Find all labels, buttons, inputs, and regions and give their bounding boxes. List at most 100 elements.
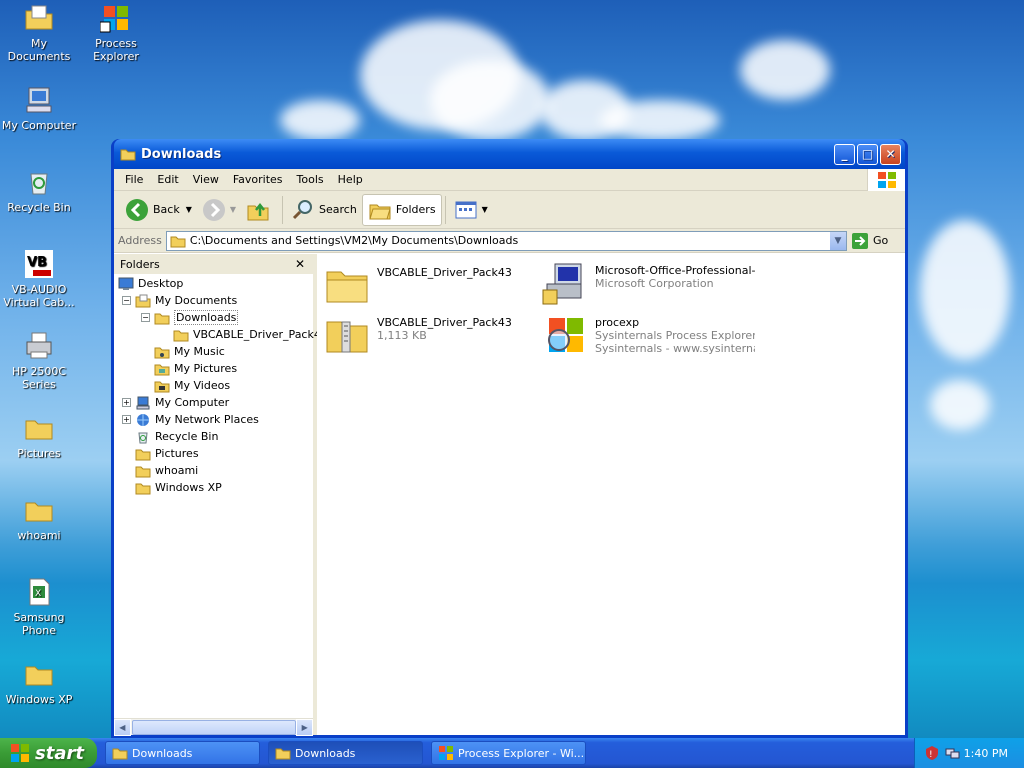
network-tray-icon[interactable]: [944, 745, 960, 761]
computer-icon: [136, 396, 150, 409]
desktop-icon-whoami[interactable]: whoami: [0, 494, 78, 542]
security-alert-icon[interactable]: !: [924, 745, 940, 761]
views-button[interactable]: ▼: [449, 194, 493, 226]
menu-file[interactable]: File: [118, 173, 150, 186]
taskbar-button-process-explorer[interactable]: Process Explorer - Wi...: [431, 741, 586, 765]
desktop-icon-printer[interactable]: HP 2500C Series: [0, 330, 78, 391]
back-dropdown-icon[interactable]: ▼: [186, 205, 192, 214]
desktop-icon-my-documents[interactable]: My Documents: [0, 2, 78, 63]
file-item[interactable]: Microsoft-Office-Professional-... Micros…: [541, 260, 756, 308]
expand-icon[interactable]: +: [122, 398, 131, 407]
forward-button[interactable]: ▼: [197, 194, 241, 226]
minimize-button[interactable]: _: [834, 143, 855, 165]
address-dropdown-icon[interactable]: ▼: [830, 231, 846, 250]
views-dropdown-icon[interactable]: ▼: [482, 205, 488, 214]
task-label: Downloads: [132, 746, 193, 760]
desktop-icon-recycle-bin[interactable]: Recycle Bin: [0, 166, 78, 214]
tree-item-my-videos[interactable]: My Videos: [154, 377, 230, 394]
task-label: Downloads: [295, 746, 356, 760]
network-icon: [137, 413, 149, 426]
desktop-icon-process-explorer[interactable]: Process Explorer: [77, 2, 155, 63]
search-button[interactable]: Search: [286, 194, 362, 226]
up-folder-icon: [247, 202, 269, 220]
file-item[interactable]: VBCABLE_Driver_Pack43: [323, 262, 538, 310]
tree-label: Recycle Bin: [155, 430, 219, 443]
menu-view[interactable]: View: [186, 173, 226, 186]
title-bar[interactable]: Downloads _ □ ✕: [114, 139, 905, 169]
videos-folder-icon: [154, 381, 170, 392]
tree-item-vbcable[interactable]: VBCABLE_Driver_Pack43: [173, 326, 328, 343]
system-tray: ! 1:40 PM: [914, 738, 1024, 768]
tree-item-desktop[interactable]: Desktop: [118, 275, 183, 292]
forward-dropdown-icon[interactable]: ▼: [230, 205, 236, 214]
clock[interactable]: 1:40 PM: [964, 747, 1008, 760]
address-field[interactable]: C:\Documents and Settings\VM2\My Documen…: [165, 230, 847, 251]
file-item[interactable]: procexp Sysinternals Process Explorer Sy…: [541, 312, 756, 360]
scroll-thumb[interactable]: [131, 719, 297, 735]
desktop-icon-label: My Computer: [1, 119, 77, 132]
go-label: Go: [873, 234, 889, 247]
vb-audio-icon: VB: [25, 250, 53, 278]
tree-item-recycle-bin[interactable]: Recycle Bin: [135, 428, 218, 445]
menu-edit[interactable]: Edit: [150, 173, 185, 186]
tree-item-whoami[interactable]: whoami: [135, 462, 198, 479]
back-button[interactable]: Back ▼: [120, 194, 197, 226]
collapse-icon[interactable]: −: [141, 313, 150, 322]
close-button[interactable]: ✕: [880, 143, 901, 165]
desktop-icon: [118, 277, 134, 290]
expand-icon[interactable]: +: [122, 415, 131, 424]
desktop-icon-label: Windows XP: [5, 693, 73, 706]
tree-item-my-pictures[interactable]: My Pictures: [154, 360, 237, 377]
desktop-icon-label: Samsung Phone: [13, 611, 65, 637]
horizontal-scrollbar[interactable]: ◀ ▶: [114, 718, 313, 736]
start-button[interactable]: start: [0, 738, 97, 768]
desktop-icon-samsung-phone[interactable]: X Samsung Phone: [0, 576, 78, 637]
tree-item-my-documents[interactable]: − My Documents: [122, 292, 237, 309]
desktop-icon-label: VB-AUDIO Virtual Cab...: [3, 283, 75, 309]
folders-button[interactable]: Folders: [361, 193, 442, 226]
maximize-button[interactable]: □: [857, 143, 878, 165]
content-area: Folders ✕ Desktop − My Documents − Downloa…: [114, 253, 905, 736]
recycle-bin-icon: [30, 173, 48, 195]
desktop-icon-label: Recycle Bin: [7, 201, 71, 214]
my-documents-icon: [135, 294, 151, 307]
desktop-icon-windows-xp[interactable]: Windows XP: [0, 658, 78, 706]
svg-text:VB: VB: [27, 255, 47, 270]
close-pane-icon[interactable]: ✕: [295, 257, 305, 271]
folder-tree: Desktop − My Documents − Downloads VBCABLE…: [114, 274, 328, 718]
svg-text:X: X: [35, 589, 41, 599]
desktop-icon-my-computer[interactable]: My Computer: [0, 84, 78, 132]
tree-item-windows-xp[interactable]: Windows XP: [135, 479, 222, 496]
menu-favorites[interactable]: Favorites: [226, 173, 290, 186]
file-name: procexp: [595, 316, 640, 329]
folder-icon: [25, 502, 53, 522]
collapse-icon[interactable]: −: [122, 296, 131, 305]
desktop-icon-pictures[interactable]: Pictures: [0, 412, 78, 460]
scroll-right-icon[interactable]: ▶: [296, 718, 313, 736]
file-item[interactable]: VBCABLE_Driver_Pack43 1,113 KB: [323, 312, 538, 360]
open-folder-icon: [154, 313, 170, 324]
file-company: Sysinternals - www.sysinterna...: [595, 342, 755, 355]
windows-logo-icon: [867, 169, 905, 191]
tree-item-downloads[interactable]: − Downloads: [141, 309, 239, 326]
desktop-icon-vb-audio[interactable]: VB VB-AUDIO Virtual Cab...: [0, 248, 78, 309]
tree-item-my-music[interactable]: My Music: [154, 343, 225, 360]
menu-help[interactable]: Help: [331, 173, 370, 186]
recycle-bin-icon: [138, 432, 148, 443]
tree-item-my-computer[interactable]: + My Computer: [122, 394, 229, 411]
folder-icon: [135, 449, 151, 460]
tree-label: My Documents: [155, 294, 238, 307]
tree-item-pictures[interactable]: Pictures: [135, 445, 199, 462]
my-documents-icon: [25, 5, 53, 30]
file-list: VBCABLE_Driver_Pack43 Microsoft-Office-P…: [317, 254, 905, 735]
process-explorer-icon: [548, 318, 583, 352]
tree-item-my-network-places[interactable]: + My Network Places: [122, 411, 259, 428]
go-button[interactable]: Go: [851, 232, 901, 250]
menu-tools[interactable]: Tools: [290, 173, 331, 186]
file-company: Microsoft Corporation: [595, 277, 714, 290]
scroll-left-icon[interactable]: ◀: [114, 718, 131, 736]
file-size: 1,113 KB: [377, 329, 427, 342]
taskbar-button-downloads-active[interactable]: Downloads: [268, 741, 423, 765]
up-folder-button[interactable]: [241, 194, 279, 226]
taskbar-button-downloads[interactable]: Downloads: [105, 741, 260, 765]
